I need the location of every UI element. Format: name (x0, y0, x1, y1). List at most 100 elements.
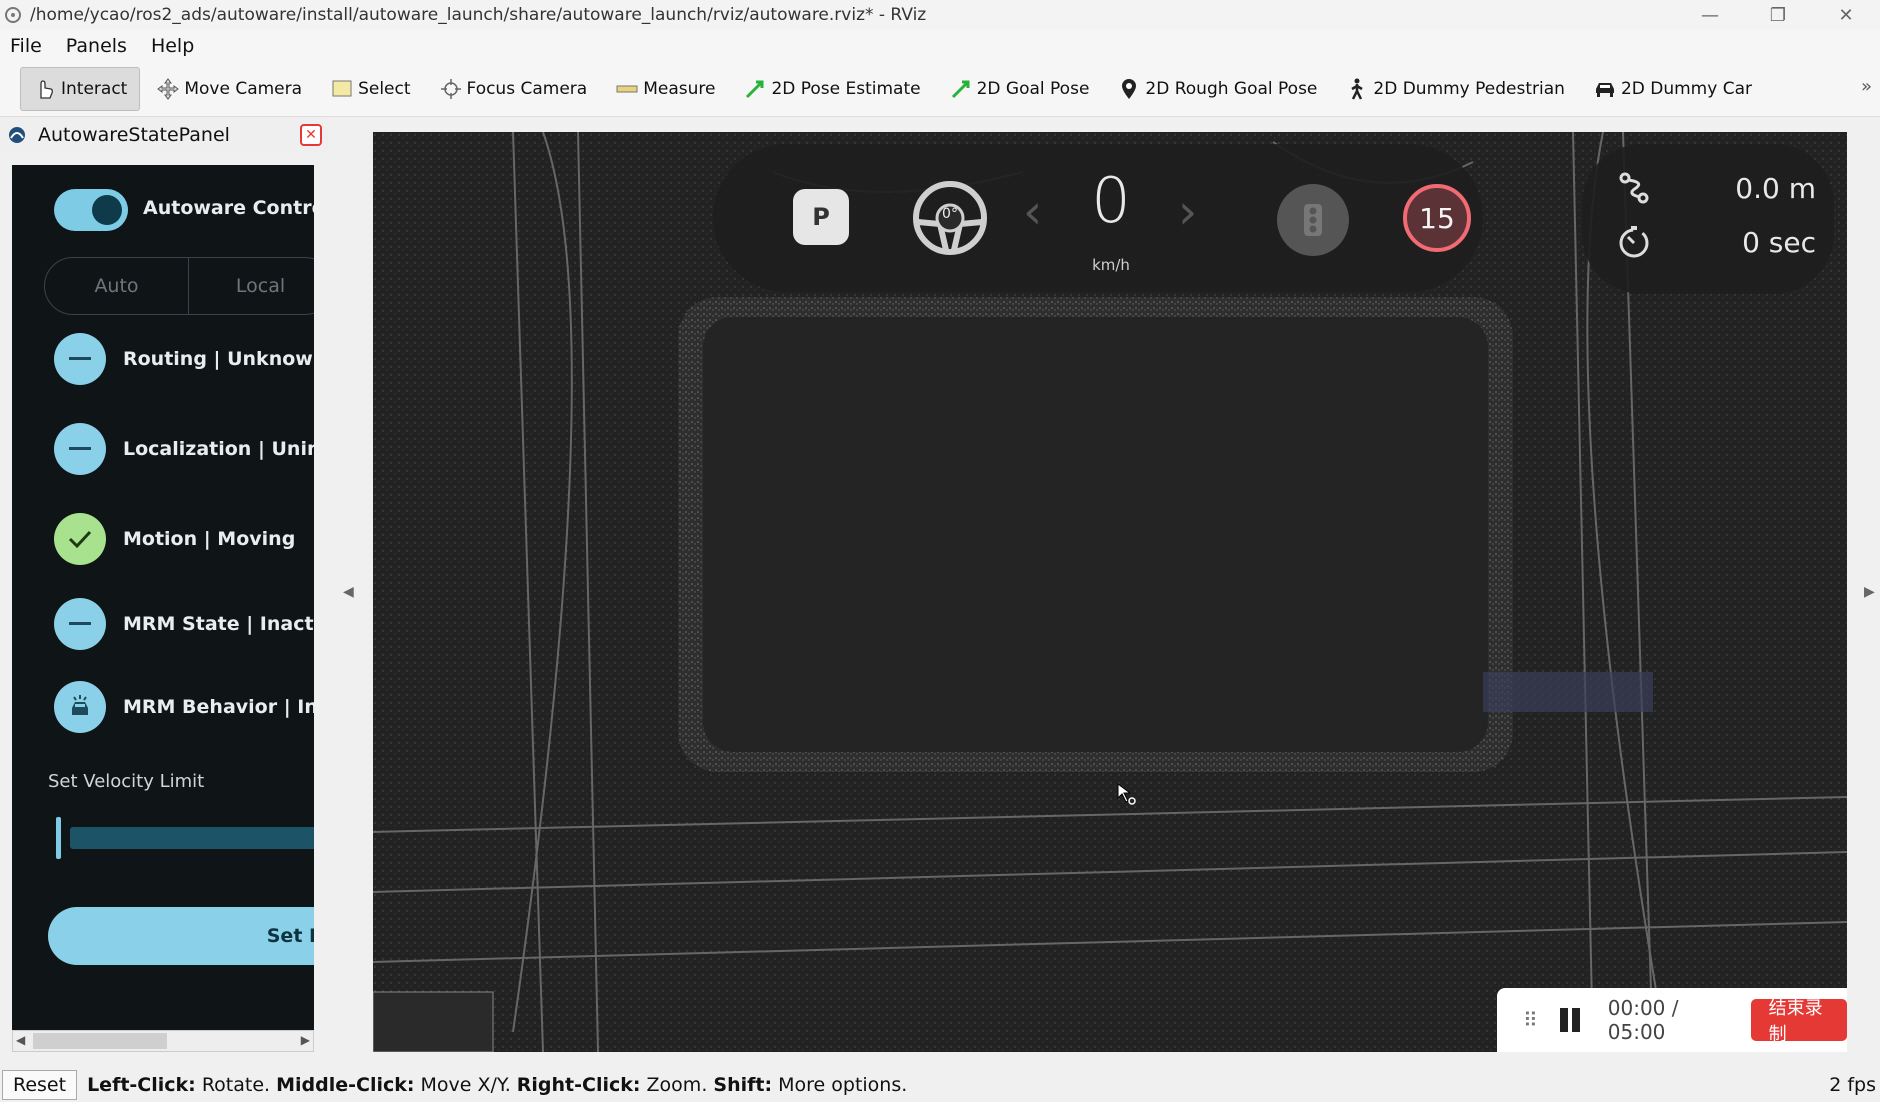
panel-title: AutowareStatePanel (38, 124, 230, 146)
vehicle-alert-icon (54, 681, 106, 733)
tool-select[interactable]: Select (318, 67, 422, 111)
check-icon (54, 513, 106, 565)
speed-value: 0 (1091, 164, 1131, 237)
menu-panels[interactable]: Panels (56, 35, 137, 57)
minus-icon (54, 423, 106, 475)
panel-icon (9, 127, 25, 143)
minus-icon (54, 333, 106, 385)
toolbar-overflow-button[interactable]: » (1861, 76, 1872, 97)
drag-handle-icon[interactable]: ⠿ (1523, 1008, 1538, 1032)
stop-recording-button[interactable]: 结束录制 (1750, 998, 1847, 1045)
recording-time: 00:00 / 05:00 (1607, 996, 1679, 1044)
tool-2d-dummy-car-label: 2D Dummy Car (1620, 79, 1752, 99)
tool-interact[interactable]: Interact (20, 67, 141, 111)
tool-2d-pose-estimate-label: 2D Pose Estimate (771, 79, 921, 99)
close-window-button[interactable]: ✕ (1812, 5, 1880, 26)
velocity-slider-track[interactable] (70, 827, 314, 849)
tool-measure[interactable]: Measure (603, 67, 727, 111)
traffic-light-icon (1277, 184, 1349, 256)
green-arrow-icon (743, 77, 767, 101)
tool-2d-dummy-car[interactable]: 2D Dummy Car (1581, 67, 1764, 111)
rviz-app-icon (5, 7, 21, 23)
tool-move-camera[interactable]: Move Camera (144, 67, 314, 111)
gear-indicator: P (793, 189, 849, 245)
status-localization-label: Localization | Unini (123, 438, 314, 460)
reset-button[interactable]: Reset (2, 1070, 78, 1100)
title-bar: /home/ycao/ros2_ads/autoware/install/aut… (0, 0, 1880, 30)
vehicle-hud: P 0° ‹ 0 km/h › 15 (713, 144, 1483, 292)
operation-mode-selector: Auto Local (44, 257, 314, 315)
tool-2d-dummy-pedestrian[interactable]: 2D Dummy Pedestrian (1333, 67, 1577, 111)
screen-recorder-widget: ⠿ 00:00 / 05:00 结束录制 (1497, 988, 1847, 1052)
chevron-left-icon: ‹ (1023, 184, 1043, 240)
status-routing: Routing | Unknown (54, 333, 314, 385)
menu-help[interactable]: Help (141, 35, 204, 57)
tool-interact-label: Interact (61, 79, 128, 99)
hint-middle-click-key: Middle-Click: (276, 1074, 415, 1096)
tool-2d-goal-pose[interactable]: 2D Goal Pose (937, 67, 1102, 111)
panel-close-icon[interactable]: ✕ (300, 124, 322, 146)
collapse-right-icon[interactable]: ▶ (1864, 584, 1875, 600)
hint-left-click-text: Rotate. (195, 1074, 277, 1096)
time-row: 0 sec (1616, 224, 1816, 260)
status-bar: Reset Left-Click: Rotate. Middle-Click: … (0, 1068, 1880, 1102)
tool-bar: Interact Move Camera Select Focus Camera… (0, 62, 1880, 117)
chevron-right-icon: › (1178, 184, 1198, 240)
status-localization: Localization | Unini (54, 423, 314, 475)
steering-angle: 0° (942, 206, 958, 222)
mode-local-button[interactable]: Local (189, 258, 314, 314)
tool-select-label: Select (358, 79, 411, 99)
hint-left-click-key: Left-Click: (87, 1074, 196, 1096)
green-arrow-icon (949, 77, 973, 101)
scrollbar-thumb[interactable] (33, 1033, 167, 1049)
hand-pointer-icon (33, 77, 57, 101)
mouse-cursor-icon (1117, 783, 1136, 805)
tool-2d-rough-goal-pose[interactable]: 2D Rough Goal Pose (1105, 67, 1329, 111)
car-icon (1593, 77, 1617, 101)
tool-focus-camera[interactable]: Focus Camera (427, 67, 600, 111)
tool-2d-pose-estimate[interactable]: 2D Pose Estimate (731, 67, 932, 111)
ruler-icon (615, 77, 639, 101)
status-mrm-state-label: MRM State | Inactiv (123, 613, 314, 635)
tool-focus-camera-label: Focus Camera (466, 79, 588, 99)
pedestrian-icon (1345, 77, 1369, 101)
menu-file[interactable]: File (0, 35, 52, 57)
menu-bar: File Panels Help (0, 30, 1880, 62)
autoware-state-panel: Autoware Contro Auto Local Routing | Unk… (12, 165, 314, 1030)
autoware-control-toggle[interactable] (54, 189, 128, 231)
distance-row: 0.0 m (1616, 170, 1816, 206)
minus-icon (54, 598, 106, 650)
window-title: /home/ycao/ros2_ads/autoware/install/aut… (30, 5, 927, 25)
move-camera-icon (156, 77, 180, 101)
map-pin-icon (1117, 77, 1141, 101)
pause-icon[interactable] (1559, 1008, 1580, 1032)
time-value: 0 sec (1742, 225, 1816, 259)
status-mrm-state: MRM State | Inactiv (54, 598, 314, 650)
fps-counter: 2 fps (1829, 1074, 1876, 1096)
velocity-slider-thumb[interactable] (56, 817, 61, 859)
timer-icon (1619, 226, 1649, 258)
route-info-hud: 0.0 m 0 sec (1582, 144, 1834, 294)
minimize-button[interactable]: — (1676, 5, 1744, 26)
maximize-button[interactable]: ❐ (1744, 5, 1812, 26)
distance-value: 0.0 m (1735, 171, 1816, 205)
3d-viewport[interactable]: P 0° ‹ 0 km/h › 15 0.0 m 0 sec ⠿ 00:00 /… (373, 132, 1847, 1052)
status-motion: Motion | Moving (54, 513, 295, 565)
tool-2d-dummy-pedestrian-label: 2D Dummy Pedestrian (1373, 79, 1565, 99)
status-motion-label: Motion | Moving (123, 528, 296, 550)
collapse-left-icon[interactable]: ◀ (343, 584, 354, 600)
scroll-left-icon[interactable]: ◀ (16, 1033, 25, 1047)
scroll-right-icon[interactable]: ▶ (301, 1033, 310, 1047)
mode-auto-button[interactable]: Auto (45, 258, 189, 314)
autoware-control-label: Autoware Contro (143, 197, 314, 219)
mouse-hint: Left-Click: Rotate. Middle-Click: Move X… (87, 1074, 907, 1096)
route-distance-icon (1619, 172, 1649, 204)
set-velocity-button[interactable]: Set E (48, 907, 314, 965)
status-mrm-behavior-label: MRM Behavior | Ina (123, 696, 314, 718)
speed-limit-sign: 15 (1403, 184, 1471, 252)
panel-horizontal-scrollbar[interactable]: ◀ ▶ (12, 1030, 314, 1052)
velocity-limit-label: Set Velocity Limit (48, 771, 205, 792)
hint-shift-text: More options. (772, 1074, 908, 1096)
status-mrm-behavior: MRM Behavior | Ina (54, 681, 314, 733)
hint-right-click-key: Right-Click: (516, 1074, 641, 1096)
